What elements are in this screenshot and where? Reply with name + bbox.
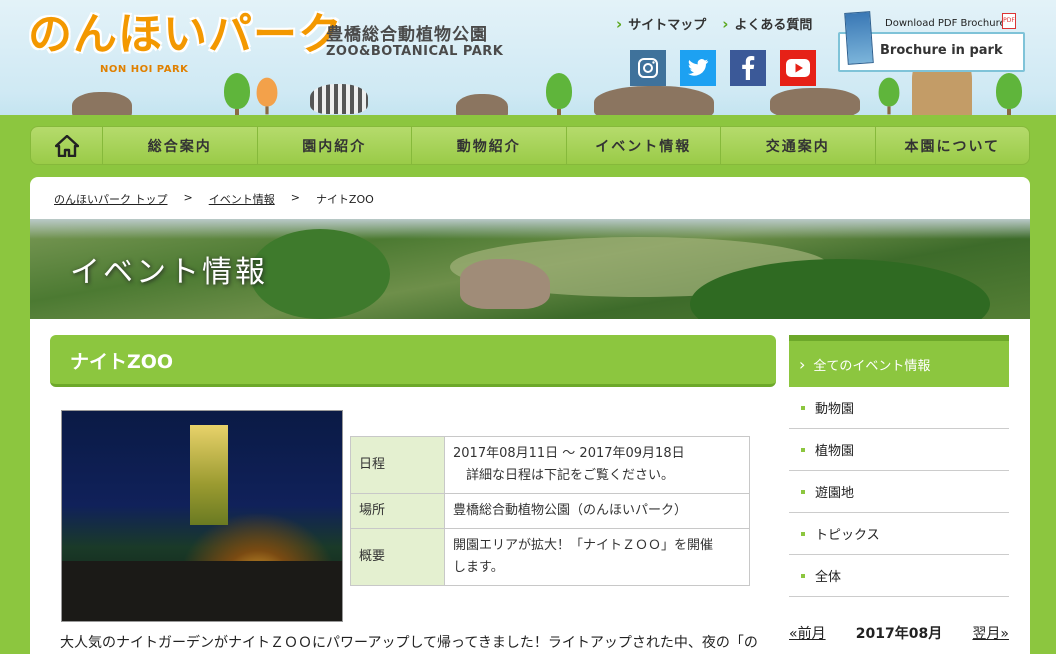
sidebar-item-overall[interactable]: 全体 [789, 555, 1009, 597]
breadcrumb-separator: > [290, 191, 300, 204]
tree-illustration [996, 73, 1022, 119]
nav-home[interactable] [31, 127, 103, 164]
content-panel: のんほいパーク トップ > イベント情報 > ナイトZOO イベント情報 ナイト… [30, 177, 1030, 654]
brochure-label: Brochure in park [880, 43, 1003, 58]
event-info-table: 日程 2017年08月11日 ～ 2017年09月18日 詳細な日程は下記をご覧… [350, 436, 750, 586]
sidebar-item-label: 遊園地 [815, 486, 855, 501]
youtube-icon[interactable] [780, 50, 816, 86]
home-icon [54, 134, 79, 157]
breadcrumb: のんほいパーク トップ > イベント情報 > ナイトZOO [54, 191, 374, 207]
event-category-sidebar: 全てのイベント情報 動物園 植物園 遊園地 トピックス 全体 [789, 335, 1009, 597]
twitter-icon[interactable] [680, 50, 716, 86]
sidebar-item-label: トピックス [815, 528, 880, 543]
instagram-icon[interactable] [630, 50, 666, 86]
page-banner: イベント情報 [30, 219, 1030, 319]
info-label: 概要 [350, 528, 445, 586]
sidebar-item-botanical[interactable]: 植物園 [789, 429, 1009, 471]
park-name-jp: 豊橋総合動植物公園 [326, 25, 488, 45]
zebra-illustration [310, 84, 368, 114]
event-description: 大人気のナイトガーデンがナイトＺＯＯにパワーアップして帰ってきました！ライトアッ… [60, 635, 758, 651]
current-month: 2017年08月 [855, 626, 943, 642]
social-links [630, 50, 816, 86]
banner-title: イベント情報 [70, 255, 268, 290]
sitemap-link[interactable]: サイトマップ [616, 14, 706, 33]
sidebar-item-label: 植物園 [815, 444, 855, 459]
tree-illustration [256, 77, 278, 115]
event-title-bar: ナイトZOO [50, 335, 776, 387]
breadcrumb-top[interactable]: のんほいパーク トップ [54, 191, 168, 207]
info-value: 豊橋総合動植物公園（のんほいパーク） [444, 493, 750, 529]
tree-illustration [546, 73, 572, 119]
prev-month-link[interactable]: «前月 [789, 623, 826, 643]
nav-item-animals[interactable]: 動物紹介 [412, 127, 567, 164]
sidebar-item-topics[interactable]: トピックス [789, 513, 1009, 555]
table-row: 概要 開園エリアが拡大！「ナイトＺＯＯ」を開催 します。 [350, 528, 750, 586]
next-month-link[interactable]: 翌月» [972, 623, 1009, 643]
sidebar-item-label: 動物園 [815, 402, 855, 417]
main-nav: 総合案内 園内紹介 動物紹介 イベント情報 交通案内 本園について [30, 126, 1030, 165]
breadcrumb-current: ナイトZOO [315, 193, 374, 206]
facebook-icon[interactable] [730, 50, 766, 86]
info-line: 豊橋総合動植物公園（のんほいパーク） [453, 503, 688, 518]
pdf-icon: PDF [1002, 13, 1016, 29]
sidebar-item-all-events[interactable]: 全てのイベント情報 [789, 335, 1009, 387]
nav-item-park-guide[interactable]: 園内紹介 [258, 127, 412, 164]
event-photo [61, 410, 343, 622]
top-links: サイトマップ よくある質問 [616, 14, 812, 33]
info-line: 詳細な日程は下記をご覧ください。 [453, 468, 675, 483]
brochure-download-label[interactable]: Download PDF Brochure [885, 18, 1006, 29]
info-line: 開園エリアが拡大！「ナイトＺＯＯ」を開催 [453, 538, 714, 553]
sidebar-item-label: 全体 [815, 570, 842, 585]
faq-link[interactable]: よくある質問 [722, 14, 812, 33]
nav-item-about[interactable]: 本園について [876, 127, 1030, 164]
table-row: 場所 豊橋総合動植物公園（のんほいパーク） [350, 493, 750, 529]
rhino-illustration [770, 88, 860, 118]
sidebar-item-amusement[interactable]: 遊園地 [789, 471, 1009, 513]
park-name-en: ZOO&BOTANICAL PARK [326, 44, 504, 59]
info-label: 場所 [350, 493, 445, 529]
breadcrumb-events[interactable]: イベント情報 [209, 191, 275, 207]
logo-subtitle: NON HOI PARK [100, 64, 189, 75]
site-logo[interactable]: のんほいパーク [28, 6, 343, 64]
tree-illustration [224, 73, 250, 119]
site-header: のんほいパーク NON HOI PARK 豊橋総合動植物公園 ZOO&BOTAN… [0, 0, 1056, 125]
tree-illustration [878, 77, 900, 115]
sidebar-item-zoo[interactable]: 動物園 [789, 387, 1009, 429]
nav-item-access[interactable]: 交通案内 [721, 127, 876, 164]
info-line: 2017年08月11日 ～ 2017年09月18日 [453, 446, 685, 461]
nav-item-general-info[interactable]: 総合案内 [103, 127, 258, 164]
info-value: 2017年08月11日 ～ 2017年09月18日 詳細な日程は下記をご覧くださ… [444, 436, 750, 494]
event-title: ナイトZOO [70, 351, 174, 373]
brochure-book-icon [844, 11, 874, 65]
table-row: 日程 2017年08月11日 ～ 2017年09月18日 詳細な日程は下記をご覧… [350, 436, 750, 494]
info-value: 開園エリアが拡大！「ナイトＺＯＯ」を開催 します。 [444, 528, 750, 586]
breadcrumb-separator: > [183, 191, 193, 204]
nav-item-events[interactable]: イベント情報 [567, 127, 721, 164]
info-line: します。 [453, 560, 504, 575]
info-label: 日程 [350, 436, 445, 494]
month-nav: «前月 2017年08月 翌月» [789, 623, 1009, 643]
